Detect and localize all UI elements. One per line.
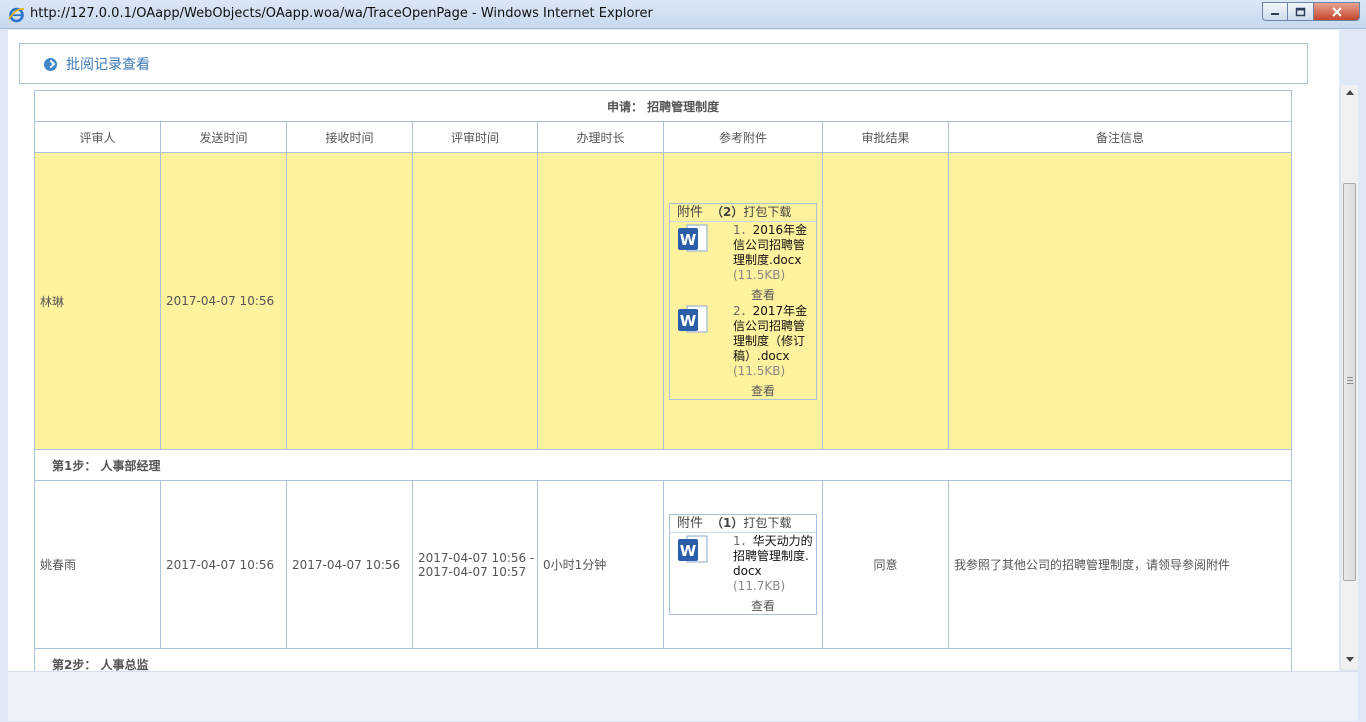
window-title: http://127.0.0.1/OAapp/WebObjects/OAapp.… [30,6,653,21]
view-attachment-link[interactable]: 查看 [670,594,816,614]
scroll-up-icon[interactable] [1346,89,1354,95]
col-duration: 办理时长 [537,121,664,153]
attachment-label: 附件 [677,516,704,531]
apply-title: 申请： 招聘管理制度 [33,90,1293,122]
duration-cell [537,152,664,450]
attachment-count: （2） [711,204,744,219]
step-name: 人事部经理 [100,458,161,473]
bottom-area [8,671,1358,721]
attachment-num: 2． [733,303,753,318]
remark-cell [947,152,1293,450]
result-cell [822,152,949,450]
scroll-down-icon[interactable] [1346,657,1354,663]
attachment-header: 附件 （2）打包下载 [670,204,816,222]
page-content: 批阅记录查看 申请： 招聘管理制度 评审人 发送时间 接收时间 评审时间 办理时… [8,30,1339,671]
restore-icon [1295,7,1306,16]
window-titlebar: http://127.0.0.1/OAapp/WebObjects/OAapp.… [0,0,1366,29]
circle-arrow-icon [44,58,57,71]
view-attachment-link[interactable]: 查看 [670,379,816,399]
close-button[interactable] [1314,2,1360,21]
window-controls [1262,2,1360,22]
maximize-button[interactable] [1288,2,1314,21]
receive-time-cell: 2017-04-07 10:56 [286,480,413,649]
vertical-scrollbar[interactable] [1340,85,1358,669]
attachments-cell: 附件 （1）打包下载 W 1．华天动力的招聘管理制度.docx (11.7KB) … [663,480,823,649]
attachment-size: (11.5KB) [733,363,786,378]
download-all-link[interactable]: 打包下载 [743,516,791,530]
attachment-num: 1． [733,222,753,237]
svg-text:W: W [680,231,697,249]
step-label: 第1步： [52,458,97,473]
close-icon [1331,6,1342,17]
download-all-link[interactable]: 打包下载 [743,205,791,219]
step-row: 第1步： 人事部经理 [33,449,1293,481]
receive-time-cell [286,152,413,450]
attachment-count: （1） [711,516,744,530]
attachment-item: W 1．2016年金信公司招聘管理制度.docx (11.5KB) 查看 [670,222,816,303]
panel-header: 批阅记录查看 [19,43,1308,84]
step-row: 第2步： 人事总监 [33,648,1293,671]
table-header-row: 评审人 发送时间 接收时间 评审时间 办理时长 参考附件 审批结果 备注信息 [34,121,1293,153]
review-time-end: 2017-04-07 10:57 [418,564,527,579]
apply-label: 申请： [606,99,643,114]
grip-icon [1347,377,1353,385]
reviewer-cell: 姚春雨 [34,480,161,649]
step-name: 人事总监 [100,658,149,671]
attachment-label: 附件 [677,204,704,220]
duration-cell: 0小时1分钟 [537,480,664,649]
col-review-time: 评审时间 [412,121,538,153]
ie-icon [8,7,25,23]
panel-title: 批阅记录查看 [66,57,150,73]
attachment-box: 附件 （1）打包下载 W 1．华天动力的招聘管理制度.docx (11.7KB) … [669,514,817,615]
review-record-table: 申请： 招聘管理制度 评审人 发送时间 接收时间 评审时间 办理时长 参考附件 … [33,90,1293,671]
col-receive-time: 接收时间 [286,121,413,153]
attachment-box: 附件 （2）打包下载 W 1．2016年金信公司招聘管理制度.docx (11.5… [669,202,817,400]
step-title: 第2步： 人事总监 [33,648,1293,671]
step-title: 第1步： 人事部经理 [33,449,1293,481]
apply-name: 招聘管理制度 [647,99,720,114]
col-send-time: 发送时间 [160,121,287,153]
col-result: 审批结果 [822,121,949,153]
word-doc-icon: W [678,535,708,563]
review-time-cell [412,152,538,450]
col-attachments: 参考附件 [663,121,823,153]
scrollbar-thumb[interactable] [1343,183,1356,581]
col-reviewer: 评审人 [34,121,161,153]
col-remark: 备注信息 [947,121,1293,153]
table-row: 姚春雨 2017-04-07 10:56 2017-04-07 10:56 20… [34,480,1293,649]
step-label: 第2步： [52,658,97,671]
svg-text:W: W [680,542,697,560]
window-frame: 批阅记录查看 申请： 招聘管理制度 评审人 发送时间 接收时间 评审时间 办理时… [0,29,1366,722]
review-time-start: 2017-04-07 10:56 - [418,550,535,565]
attachment-header: 附件 （1）打包下载 [670,515,816,533]
word-doc-icon: W [678,305,708,332]
minimize-icon [1271,12,1279,15]
minimize-button[interactable] [1262,2,1288,21]
review-time-cell: 2017-04-07 10:56 - 2017-04-07 10:57 [412,480,538,649]
view-attachment-link[interactable]: 查看 [670,283,816,303]
send-time-cell: 2017-04-07 10:56 [160,152,287,450]
apply-row: 申请： 招聘管理制度 [33,90,1293,122]
table-row: 林琳 2017-04-07 10:56 附件 （2）打包下载 W 1．2016年… [34,152,1293,450]
reviewer-cell: 林琳 [34,152,161,450]
attachment-item: W 1．华天动力的招聘管理制度.docx (11.7KB) 查看 [670,533,816,614]
attachment-num: 1． [733,534,753,548]
svg-text:W: W [680,312,697,330]
remark-cell: 我参照了其他公司的招聘管理制度，请领导参阅附件 [947,480,1293,649]
result-cell: 同意 [822,480,949,649]
word-doc-icon: W [678,224,708,251]
attachments-cell: 附件 （2）打包下载 W 1．2016年金信公司招聘管理制度.docx (11.5… [663,152,823,450]
attachment-item: W 2．2017年金信公司招聘管理制度（修订稿）.docx (11.5KB) 查… [670,303,816,399]
send-time-cell: 2017-04-07 10:56 [160,480,287,649]
attachment-size: (11.5KB) [733,267,786,282]
attachment-size: (11.7KB) [733,579,786,593]
